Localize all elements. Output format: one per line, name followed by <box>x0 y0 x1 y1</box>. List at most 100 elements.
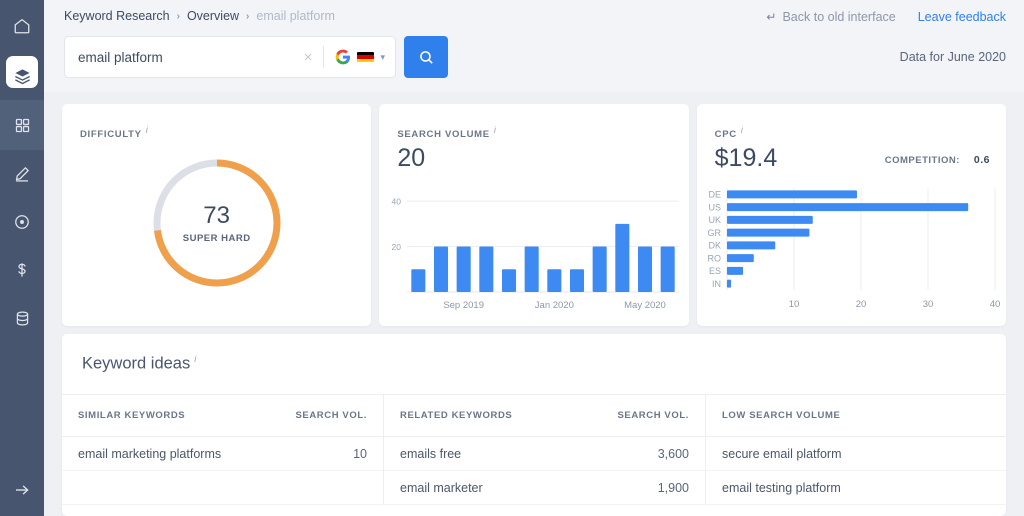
keyword-cell: email marketing platforms <box>78 446 222 461</box>
cpc-bar-chart: 10 20 30 40 DE US UK GR DK RO ES IN <box>707 188 1000 310</box>
metrics-cards: DIFFICULTY i 73 SUPER HARD SEARCH VOLUME… <box>62 104 1006 326</box>
volume-cell: 3,600 <box>657 446 689 461</box>
volume-cell: 10 <box>353 446 367 461</box>
keyword-cell: secure email platform <box>722 446 842 461</box>
dollar-icon <box>18 263 26 277</box>
table-row[interactable]: emails free 3,600 <box>384 437 705 471</box>
sidebar-item-content[interactable] <box>0 150 44 198</box>
search-volume-value: 20 <box>397 144 426 172</box>
svg-text:May 2020: May 2020 <box>624 300 666 311</box>
svg-text:IN: IN <box>712 279 721 289</box>
info-icon[interactable]: i <box>194 354 196 364</box>
difficulty-card-label: DIFFICULTY i <box>80 125 148 140</box>
cpc-value: $19.4 <box>714 144 778 172</box>
keyword-cell: emails free <box>400 446 462 461</box>
cpc-label-text: CPC <box>714 129 737 141</box>
keyword-ideas-panel: Keyword ideas i SIMILAR KEYWORDS SEARCH VO… <box>62 334 1006 516</box>
info-icon[interactable]: i <box>146 125 149 135</box>
cpc-chart: 10 20 30 40 DE US UK GR DK RO ES IN <box>697 182 1006 322</box>
search-row: × ▾ <box>64 36 448 78</box>
column-header-volume: SEARCH VOL. <box>295 410 367 421</box>
svg-text:20: 20 <box>855 299 866 310</box>
breadcrumb-section[interactable]: Overview <box>187 9 239 23</box>
sidebar-item-ppc[interactable] <box>0 246 44 294</box>
column-header-volume: SEARCH VOL. <box>617 410 689 421</box>
competition-indicator: COMPETITION: 0.6 <box>885 154 990 166</box>
svg-text:RO: RO <box>707 253 721 263</box>
search-box[interactable]: × ▾ <box>64 36 396 78</box>
breadcrumb-root[interactable]: Keyword Research <box>64 9 170 23</box>
cpc-card: CPC i $19.4 COMPETITION: 0.6 10 20 30 40 DE US… <box>696 104 1006 326</box>
table-row[interactable]: email testing platform <box>706 471 1006 505</box>
search-volume-bar-chart: 20 40 Sep 2019 Jan 2020 May 2020 <box>392 197 680 311</box>
back-to-old-interface-link[interactable]: ↵ Back to old interface <box>766 10 895 24</box>
difficulty-donut-chart: 73 SUPER HARD <box>150 156 284 290</box>
country-flag-de-icon <box>357 51 375 63</box>
table-row[interactable]: email marketer 1,900 <box>384 471 705 505</box>
svg-text:US: US <box>708 202 721 212</box>
search-button[interactable] <box>404 36 448 78</box>
keyword-cell: email testing platform <box>722 480 841 495</box>
search-icon <box>419 50 433 64</box>
svg-text:Jan 2020: Jan 2020 <box>535 300 574 311</box>
chevron-down-icon: ▾ <box>380 51 385 62</box>
return-arrow-icon: ↵ <box>766 10 777 24</box>
svg-text:40: 40 <box>392 197 402 207</box>
back-to-old-interface-label: Back to old interface <box>782 10 896 24</box>
svg-text:40: 40 <box>989 299 1000 310</box>
home-icon <box>14 18 30 34</box>
sidebar-item-keyword-research[interactable] <box>0 52 44 100</box>
table-row[interactable]: secure email platform <box>706 437 1006 471</box>
search-input[interactable] <box>78 49 293 65</box>
difficulty-card: DIFFICULTY i 73 SUPER HARD <box>62 104 372 326</box>
svg-text:DK: DK <box>708 241 721 251</box>
volume-cell: 1,900 <box>657 480 689 495</box>
competition-label: COMPETITION: <box>884 155 960 166</box>
keyword-ideas-table: SIMILAR KEYWORDS SEARCH VOL. email marketi… <box>62 394 1006 505</box>
grid-icon <box>15 118 29 132</box>
breadcrumb-current: email platform <box>256 9 335 23</box>
sidebar-expand-button[interactable] <box>0 470 44 510</box>
sidebar-item-dashboard[interactable] <box>0 100 44 150</box>
difficulty-value: 73 <box>203 202 230 229</box>
svg-text:20: 20 <box>392 242 402 252</box>
difficulty-rating: SUPER HARD <box>182 233 251 244</box>
pencil-icon <box>15 166 30 182</box>
keyword-ideas-column-header: RELATED KEYWORDS SEARCH VOL. <box>384 395 705 437</box>
sidebar-item-home[interactable] <box>0 0 44 52</box>
svg-text:GR: GR <box>707 228 721 238</box>
sidebar-item-data[interactable] <box>0 294 44 342</box>
topbar: Keyword Research › Overview › email plat… <box>44 0 1024 92</box>
svg-text:Sep 2019: Sep 2019 <box>444 300 485 311</box>
keyword-ideas-title-text: Keyword ideas <box>82 354 191 373</box>
table-row <box>62 471 383 505</box>
keyword-ideas-column: SIMILAR KEYWORDS SEARCH VOL. email marketi… <box>62 395 384 505</box>
keyword-cell: email marketer <box>400 480 483 495</box>
sidebar-item-rank-tracking[interactable] <box>0 198 44 246</box>
clear-search-icon[interactable]: × <box>293 50 324 65</box>
breadcrumb-separator-icon: › <box>176 10 180 22</box>
search-engine-selector[interactable]: ▾ <box>324 49 395 65</box>
svg-text:10: 10 <box>788 299 799 310</box>
svg-text:DE: DE <box>708 190 721 200</box>
svg-text:ES: ES <box>709 266 721 276</box>
arrow-right-icon <box>16 485 29 495</box>
app-root: Keyword Research › Overview › email plat… <box>0 0 1024 516</box>
search-volume-card: SEARCH VOLUME i 20 20 40 Sep 2019 Jan 2020 Ma… <box>379 104 689 326</box>
sidebar <box>0 0 44 516</box>
column-header-keyword: SIMILAR KEYWORDS <box>78 410 186 421</box>
target-icon <box>15 215 29 229</box>
column-header-keyword: LOW SEARCH VOLUME <box>722 410 841 421</box>
search-volume-card-label: SEARCH VOLUME i <box>397 125 496 140</box>
keyword-ideas-title: Keyword ideas i <box>62 334 1006 374</box>
keyword-ideas-column-header: SIMILAR KEYWORDS SEARCH VOL. <box>62 395 383 437</box>
svg-text:UK: UK <box>708 215 721 225</box>
column-header-keyword: RELATED KEYWORDS <box>400 410 513 421</box>
data-period-label: Data for June 2020 <box>899 50 1006 64</box>
info-icon[interactable]: i <box>494 125 497 135</box>
topbar-actions: ↵ Back to old interface Leave feedback <box>766 10 1006 24</box>
leave-feedback-link[interactable]: Leave feedback <box>918 10 1006 24</box>
keyword-ideas-column: RELATED KEYWORDS SEARCH VOL. emails free 3,… <box>384 395 706 505</box>
info-icon[interactable]: i <box>741 125 744 135</box>
table-row[interactable]: email marketing platforms 10 <box>62 437 383 471</box>
